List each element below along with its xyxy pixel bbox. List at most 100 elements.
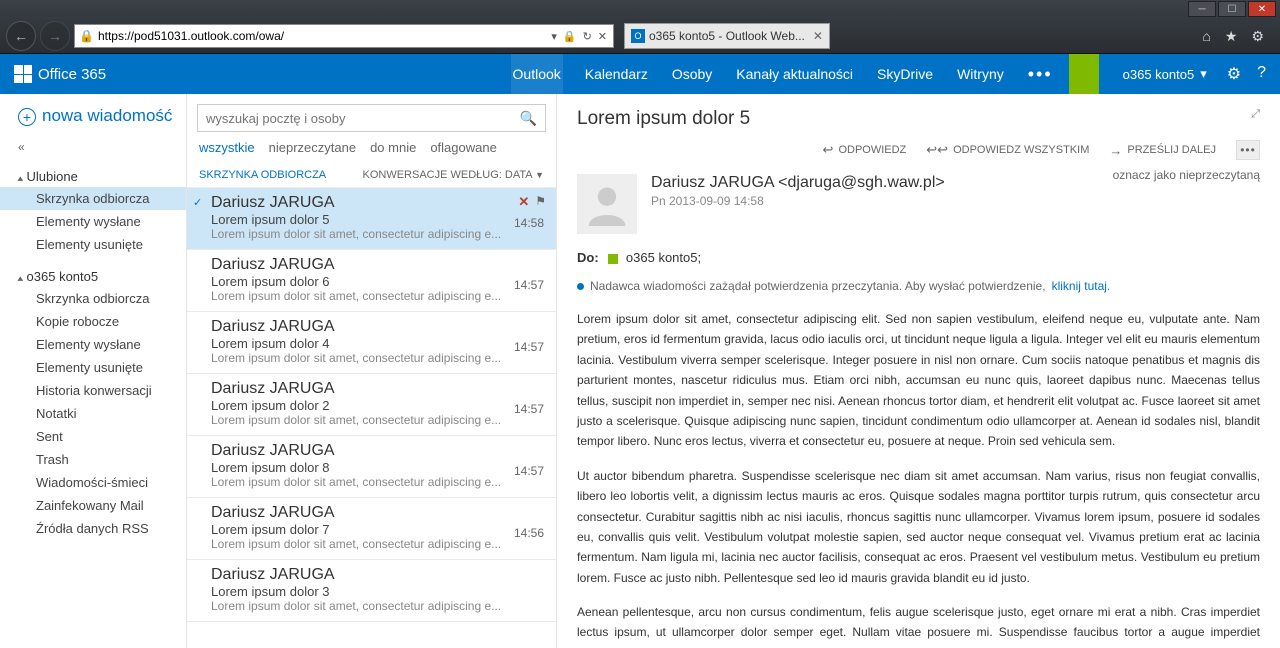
browser-tab[interactable]: O o365 konto5 - Outlook Web... ✕ bbox=[624, 23, 830, 49]
tab-title: o365 konto5 - Outlook Web... bbox=[649, 29, 805, 43]
delete-icon[interactable]: ✕ bbox=[518, 194, 529, 210]
message-from: Dariusz JARUGA bbox=[211, 566, 544, 584]
message-item[interactable]: ✓✕⚑Dariusz JARUGALorem ipsum dolor 5Lore… bbox=[187, 188, 556, 250]
tab-close-icon[interactable]: ✕ bbox=[813, 29, 823, 43]
message-item[interactable]: Dariusz JARUGALorem ipsum dolor 4Lorem i… bbox=[187, 312, 556, 374]
sender-info: Dariusz JARUGA <djaruga@sgh.waw.pl> Pn 2… bbox=[651, 174, 945, 234]
search-input[interactable] bbox=[206, 111, 520, 126]
search-box[interactable]: 🔍 bbox=[197, 104, 546, 132]
filter-row: wszystkie nieprzeczytane do mnie oflagowane bbox=[187, 140, 556, 163]
filter-do mnie[interactable]: do mnie bbox=[370, 140, 416, 155]
o365-bar: Office 365 Outlook Kalendarz Osoby Kanały a… bbox=[0, 54, 1280, 94]
forward-button[interactable]: → bbox=[40, 21, 70, 51]
lock-small-icon[interactable]: 🔒 bbox=[561, 30, 579, 43]
forward-icon: → bbox=[1109, 143, 1122, 158]
message-item[interactable]: Dariusz JARUGALorem ipsum dolor 3Lorem i… bbox=[187, 560, 556, 622]
message-from: Dariusz JARUGA bbox=[211, 318, 544, 336]
sort-dropdown[interactable]: KONWERSACJE WEDŁUG: DATA ▼ bbox=[363, 169, 545, 181]
folder-item[interactable]: Historia konwersacji bbox=[18, 379, 176, 402]
flag-icon[interactable]: ⚑ bbox=[535, 194, 546, 210]
filter-oflagowane[interactable]: oflagowane bbox=[430, 140, 497, 155]
folder-item[interactable]: Elementy usunięte bbox=[18, 356, 176, 379]
filter-wszystkie[interactable]: wszystkie bbox=[199, 140, 255, 155]
folder-item[interactable]: Kopie robocze bbox=[18, 310, 176, 333]
settings-icon[interactable]: ⚙ bbox=[1227, 64, 1241, 84]
nav-item-outlook[interactable]: Outlook bbox=[511, 54, 563, 94]
favorite-icon[interactable]: ★ bbox=[1225, 28, 1238, 45]
body-paragraph: Aenean pellentesque, arcu non cursus con… bbox=[577, 602, 1260, 648]
folder-item[interactable]: Wiadomości-śmieci bbox=[18, 471, 176, 494]
minimize-button[interactable]: ─ bbox=[1188, 1, 1216, 17]
user-menu[interactable]: o365 konto5 ▾ bbox=[1123, 66, 1207, 82]
stop-icon[interactable]: ✕ bbox=[596, 30, 609, 43]
url-input[interactable] bbox=[98, 29, 545, 43]
message-item[interactable]: Dariusz JARUGALorem ipsum dolor 8Lorem i… bbox=[187, 436, 556, 498]
message-subject: Lorem ipsum dolor 7 bbox=[211, 522, 544, 537]
avatar bbox=[577, 174, 637, 234]
message-subject: Lorem ipsum dolor 2 bbox=[211, 398, 544, 413]
url-bar[interactable]: 🔒 ▾ 🔒 ↻ ✕ bbox=[74, 24, 614, 48]
reply-icon: ↩ bbox=[823, 142, 834, 158]
message-time: 14:57 bbox=[514, 340, 544, 354]
gear-icon[interactable]: ⚙ bbox=[1251, 28, 1264, 45]
message-from: Dariusz JARUGA bbox=[211, 194, 544, 212]
folder-item[interactable]: Elementy usunięte bbox=[18, 233, 176, 256]
more-actions-button[interactable]: ••• bbox=[1236, 140, 1260, 160]
sender-name: Dariusz JARUGA <djaruga@sgh.waw.pl> bbox=[651, 174, 945, 192]
receipt-link[interactable]: kliknij tutaj. bbox=[1052, 279, 1111, 293]
o365-logo[interactable]: Office 365 bbox=[14, 65, 106, 83]
message-body: Lorem ipsum dolor sit amet, consectetur … bbox=[577, 309, 1260, 648]
reply-button[interactable]: ↩ODPOWIEDZ bbox=[823, 142, 907, 158]
dropdown-icon[interactable]: ▾ bbox=[549, 30, 559, 43]
brand-label: Office 365 bbox=[38, 66, 106, 83]
close-button[interactable]: ✕ bbox=[1248, 1, 1276, 17]
collapse-sidebar[interactable]: « bbox=[18, 140, 176, 154]
help-icon[interactable]: ? bbox=[1257, 64, 1266, 84]
folder-label: SKRZYNKA ODBIORCZA bbox=[199, 169, 326, 181]
folder-group-header[interactable]: Ulubione bbox=[18, 166, 176, 187]
home-icon[interactable]: ⌂ bbox=[1202, 28, 1210, 45]
message-time: 14:57 bbox=[514, 278, 544, 292]
user-label: o365 konto5 bbox=[1123, 67, 1195, 82]
folder-item[interactable]: Skrzynka odbiorcza bbox=[18, 287, 176, 310]
nav-item-skydrive[interactable]: SkyDrive bbox=[875, 54, 935, 94]
folder-item[interactable]: Źródła danych RSS bbox=[18, 517, 176, 540]
outlook-tab-icon: O bbox=[631, 29, 645, 43]
expand-icon[interactable]: ⤢ bbox=[1251, 108, 1260, 121]
folder-item[interactable]: Zainfekowany Mail bbox=[18, 494, 176, 517]
to-row: Do: o365 konto5; bbox=[577, 250, 1260, 265]
message-subject: Lorem ipsum dolor 4 bbox=[211, 336, 544, 351]
refresh-icon[interactable]: ↻ bbox=[581, 30, 594, 43]
search-icon[interactable]: 🔍 bbox=[520, 110, 537, 127]
presence-indicator bbox=[1069, 54, 1099, 94]
message-item[interactable]: Dariusz JARUGALorem ipsum dolor 7Lorem i… bbox=[187, 498, 556, 560]
nav-item-osoby[interactable]: Osoby bbox=[670, 54, 714, 94]
mark-unread-link[interactable]: oznacz jako nieprzeczytaną bbox=[1113, 168, 1260, 182]
message-preview: Lorem ipsum dolor sit amet, consectetur … bbox=[211, 599, 544, 613]
message-item[interactable]: Dariusz JARUGALorem ipsum dolor 6Lorem i… bbox=[187, 250, 556, 312]
message-item[interactable]: Dariusz JARUGALorem ipsum dolor 2Lorem i… bbox=[187, 374, 556, 436]
folder-item[interactable]: Elementy wysłane bbox=[18, 210, 176, 233]
folder-item[interactable]: Elementy wysłane bbox=[18, 333, 176, 356]
message-subject: Lorem ipsum dolor 3 bbox=[211, 584, 544, 599]
nav-item-witryny[interactable]: Witryny bbox=[955, 54, 1006, 94]
filter-nieprzeczytane[interactable]: nieprzeczytane bbox=[269, 140, 356, 155]
folder-group-header[interactable]: o365 konto5 bbox=[18, 266, 176, 287]
nav-more-button[interactable]: ••• bbox=[1026, 54, 1055, 94]
reply-all-button[interactable]: ↩↩ODPOWIEDZ WSZYSTKIM bbox=[926, 142, 1089, 158]
read-receipt-row: Nadawca wiadomości zażądał potwierdzenia… bbox=[577, 279, 1260, 293]
folder-item[interactable]: Skrzynka odbiorcza bbox=[0, 187, 186, 210]
maximize-button[interactable]: ☐ bbox=[1218, 1, 1246, 17]
folder-item[interactable]: Trash bbox=[18, 448, 176, 471]
nav-item-kanały aktualności[interactable]: Kanały aktualności bbox=[734, 54, 855, 94]
message-preview: Lorem ipsum dolor sit amet, consectetur … bbox=[211, 537, 544, 551]
forward-button[interactable]: →PRZEŚLIJ DALEJ bbox=[1109, 143, 1216, 158]
folder-item[interactable]: Sent bbox=[18, 425, 176, 448]
nav-item-kalendarz[interactable]: Kalendarz bbox=[583, 54, 650, 94]
new-message-button[interactable]: + nowa wiadomość bbox=[18, 106, 176, 126]
folder-item[interactable]: Notatki bbox=[18, 402, 176, 425]
back-button[interactable]: ← bbox=[6, 21, 36, 51]
message-list: 🔍 wszystkie nieprzeczytane do mnie oflagowa… bbox=[186, 94, 556, 648]
message-preview: Lorem ipsum dolor sit amet, consectetur … bbox=[211, 351, 544, 365]
reply-toolbar: ↩ODPOWIEDZ ↩↩ODPOWIEDZ WSZYSTKIM →PRZEŚL… bbox=[577, 140, 1260, 160]
